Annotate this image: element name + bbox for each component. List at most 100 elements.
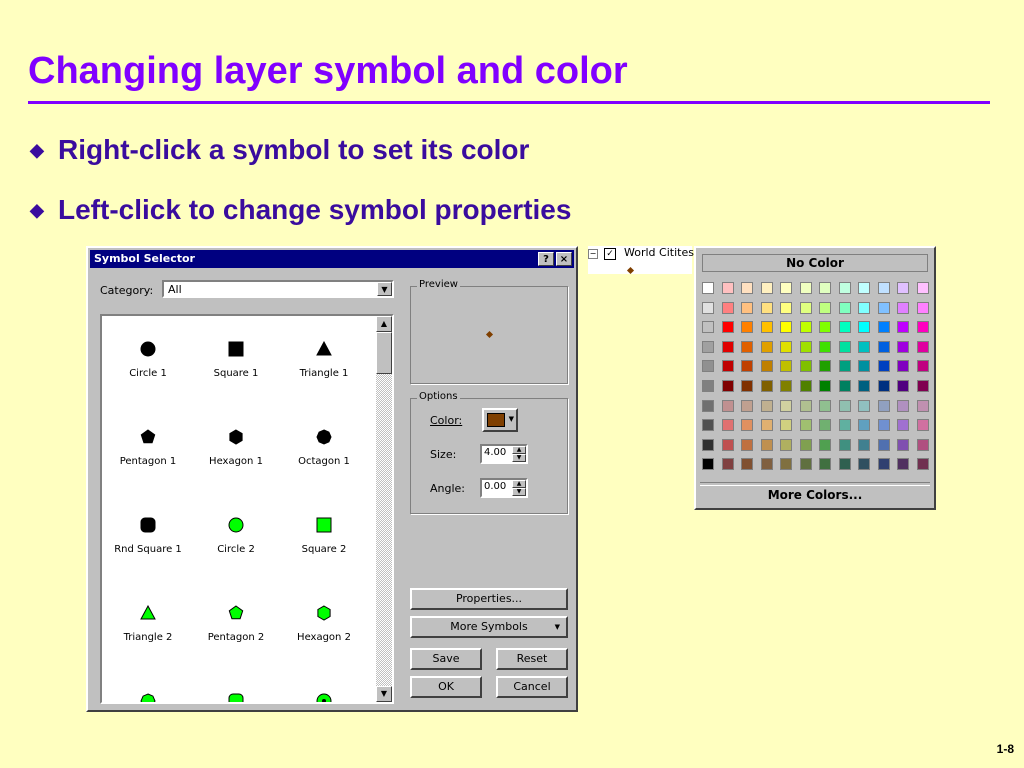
color-swatch[interactable] xyxy=(819,340,831,353)
color-swatch[interactable] xyxy=(741,380,753,392)
color-swatch[interactable] xyxy=(858,321,870,334)
color-swatch[interactable] xyxy=(838,380,851,392)
spin-down-icon[interactable]: ▼ xyxy=(512,454,526,462)
color-swatch[interactable] xyxy=(916,301,929,314)
color-swatch[interactable] xyxy=(760,419,773,432)
symbol-item[interactable]: Triangle 2 xyxy=(102,596,194,643)
color-swatch[interactable] xyxy=(760,301,773,314)
color-swatch[interactable] xyxy=(819,380,831,392)
more-symbols-button[interactable]: More Symbols ▼ xyxy=(410,616,568,638)
color-swatch[interactable] xyxy=(877,301,890,314)
color-swatch[interactable] xyxy=(799,458,812,471)
symbol-item[interactable]: Octagon 1 xyxy=(278,420,370,467)
color-swatch[interactable] xyxy=(838,282,851,294)
color-swatch[interactable] xyxy=(877,282,890,294)
color-swatch[interactable] xyxy=(819,321,831,334)
color-swatch[interactable] xyxy=(877,380,890,392)
scroll-thumb[interactable] xyxy=(376,332,392,374)
color-swatch[interactable] xyxy=(702,380,714,392)
color-swatch[interactable] xyxy=(916,438,929,451)
color-swatch[interactable] xyxy=(702,360,714,373)
color-swatch[interactable] xyxy=(838,438,851,451)
color-swatch[interactable] xyxy=(838,360,851,373)
color-swatch[interactable] xyxy=(897,282,909,294)
color-swatch[interactable] xyxy=(858,360,870,373)
color-swatch[interactable] xyxy=(741,399,753,412)
color-swatch[interactable] xyxy=(721,399,734,412)
color-swatch[interactable] xyxy=(897,301,909,314)
color-swatch[interactable] xyxy=(760,438,773,451)
color-swatch[interactable] xyxy=(702,321,714,334)
color-swatch[interactable] xyxy=(819,438,831,451)
dialog-titlebar[interactable]: Symbol Selector ? × xyxy=(90,250,574,268)
color-swatch[interactable] xyxy=(702,282,714,294)
color-swatch[interactable] xyxy=(838,340,851,353)
color-swatch[interactable] xyxy=(760,458,773,471)
color-swatch[interactable] xyxy=(741,438,753,451)
color-swatch[interactable] xyxy=(858,380,870,392)
color-swatch[interactable] xyxy=(838,399,851,412)
color-swatch[interactable] xyxy=(721,340,734,353)
color-swatch[interactable] xyxy=(721,282,734,294)
symbol-item[interactable]: Pentagon 1 xyxy=(102,420,194,467)
color-swatch[interactable] xyxy=(858,438,870,451)
color-swatch[interactable] xyxy=(877,399,890,412)
color-swatch[interactable] xyxy=(741,340,753,353)
symbol-item[interactable]: Rnd Square 1 xyxy=(102,508,194,555)
spin-up-icon[interactable]: ▲ xyxy=(512,480,526,488)
collapse-icon[interactable]: − xyxy=(588,249,598,259)
color-swatch[interactable] xyxy=(741,301,753,314)
color-swatch[interactable] xyxy=(780,360,792,373)
color-swatch[interactable] xyxy=(721,438,734,451)
vertical-scrollbar[interactable]: ▲ ▼ xyxy=(376,316,392,702)
color-swatch[interactable] xyxy=(760,282,773,294)
cancel-button[interactable]: Cancel xyxy=(496,676,568,698)
scroll-down-icon[interactable]: ▼ xyxy=(376,686,392,702)
color-swatch[interactable] xyxy=(780,380,792,392)
color-swatch[interactable] xyxy=(799,438,812,451)
color-picker-button[interactable]: ▼ xyxy=(482,408,518,432)
color-swatch[interactable] xyxy=(721,360,734,373)
symbol-item[interactable]: Hexagon 2 xyxy=(278,596,370,643)
color-swatch[interactable] xyxy=(721,419,734,432)
color-swatch[interactable] xyxy=(780,340,792,353)
color-swatch[interactable] xyxy=(760,340,773,353)
symbol-item[interactable]: Pentagon 2 xyxy=(190,596,282,643)
color-swatch[interactable] xyxy=(877,360,890,373)
color-swatch[interactable] xyxy=(897,360,909,373)
color-swatch[interactable] xyxy=(780,301,792,314)
color-swatch[interactable] xyxy=(702,419,714,432)
spin-down-icon[interactable]: ▼ xyxy=(512,488,526,496)
color-swatch[interactable] xyxy=(838,458,851,471)
color-swatch[interactable] xyxy=(721,321,734,334)
color-swatch[interactable] xyxy=(916,399,929,412)
color-swatch[interactable] xyxy=(858,282,870,294)
symbol-item[interactable] xyxy=(102,684,194,702)
symbol-item[interactable] xyxy=(190,684,282,702)
symbol-item[interactable]: Hexagon 1 xyxy=(190,420,282,467)
color-swatch[interactable] xyxy=(916,419,929,432)
properties-button[interactable]: Properties... xyxy=(410,588,568,610)
color-swatch[interactable] xyxy=(897,438,909,451)
color-swatch[interactable] xyxy=(799,419,812,432)
color-swatch[interactable] xyxy=(838,301,851,314)
color-swatch[interactable] xyxy=(897,321,909,334)
symbol-item[interactable]: Circle 1 xyxy=(102,332,194,379)
color-swatch[interactable] xyxy=(916,360,929,373)
color-swatch[interactable] xyxy=(819,399,831,412)
color-swatch[interactable] xyxy=(721,380,734,392)
symbol-item[interactable] xyxy=(278,684,370,702)
color-swatch[interactable] xyxy=(760,399,773,412)
color-swatch[interactable] xyxy=(897,399,909,412)
color-swatch[interactable] xyxy=(702,458,714,471)
color-swatch[interactable] xyxy=(741,458,753,471)
color-swatch[interactable] xyxy=(760,380,773,392)
color-swatch[interactable] xyxy=(780,321,792,334)
color-swatch[interactable] xyxy=(702,340,714,353)
layer-visibility-checkbox[interactable]: ✓ xyxy=(604,248,616,260)
color-swatch[interactable] xyxy=(799,301,812,314)
reset-button[interactable]: Reset xyxy=(496,648,568,670)
color-swatch[interactable] xyxy=(799,282,812,294)
color-swatch[interactable] xyxy=(897,458,909,471)
help-button[interactable]: ? xyxy=(538,252,554,266)
